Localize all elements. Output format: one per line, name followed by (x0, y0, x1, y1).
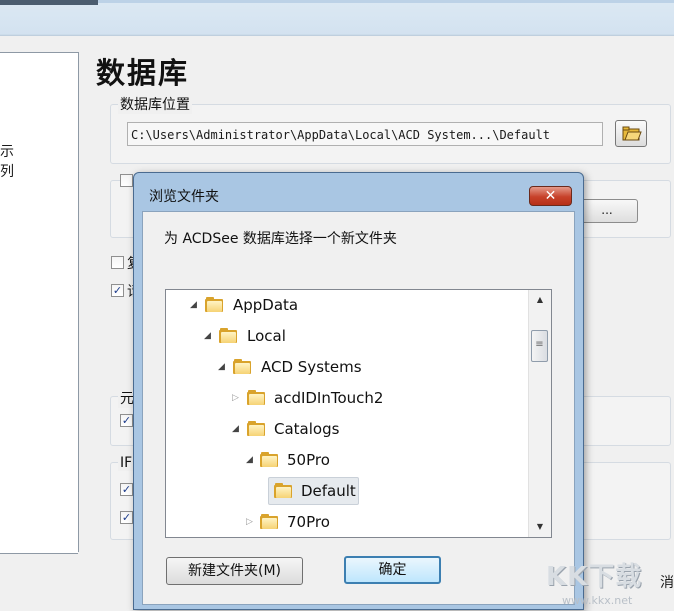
page-title: 数据库 (96, 56, 190, 90)
watermark-logo: KK下载 www.kkx.net (546, 556, 674, 611)
watermark-text: KK下载 (546, 562, 643, 592)
expand-arrow-icon[interactable]: ◢ (232, 416, 240, 442)
folder-icon (219, 328, 237, 343)
iptc-group-label: IF (118, 455, 135, 471)
scroll-up-icon[interactable]: ▲ (529, 290, 551, 310)
db-location-label: 数据库位置 (118, 94, 192, 114)
scroll-down-icon[interactable]: ▼ (529, 517, 551, 537)
tree-item-label: AppData (233, 296, 299, 314)
folder-icon (260, 514, 278, 529)
tree-item-label: 50Pro (287, 451, 330, 469)
option-checkbox-1[interactable] (111, 256, 124, 269)
category-item[interactable]: 列 (0, 161, 14, 181)
folder-icon (247, 421, 265, 436)
iptc-checkbox-1[interactable]: ✓ (120, 483, 133, 496)
tree-scrollbar[interactable]: ▲ ≡ ▼ (528, 290, 551, 537)
browse-folder-button[interactable] (615, 120, 647, 147)
db-option-checkbox[interactable] (120, 174, 133, 187)
expand-arrow-icon[interactable]: ◢ (204, 323, 212, 349)
tree-item-label: Default (301, 482, 356, 500)
folder-icon (260, 452, 278, 467)
new-folder-button[interactable]: 新建文件夹(M) (166, 557, 303, 585)
folder-icon (233, 359, 251, 374)
close-button[interactable]: ✕ (529, 186, 572, 206)
category-item[interactable]: 示 (0, 141, 14, 161)
tree-item-label: Local (247, 327, 286, 345)
db-action-button[interactable]: ... (576, 199, 638, 223)
folder-icon (247, 390, 265, 405)
watermark-url: www.kkx.net (562, 594, 633, 607)
option-checkbox-2[interactable]: ✓ (111, 284, 124, 297)
metadata-checkbox[interactable]: ✓ (120, 414, 133, 427)
options-category-list[interactable]: 示 列 (0, 52, 79, 554)
folder-icon (205, 297, 223, 312)
tree-item-label: 70Pro (287, 513, 330, 531)
db-path-field[interactable]: C:\Users\Administrator\AppData\Local\ACD… (127, 122, 603, 146)
collapse-arrow-icon[interactable]: ▷ (246, 509, 254, 535)
folder-icon (274, 483, 292, 498)
collapse-arrow-icon[interactable]: ▷ (232, 385, 240, 411)
expand-arrow-icon[interactable]: ◢ (190, 292, 198, 318)
iptc-checkbox-2[interactable]: ✓ (120, 511, 133, 524)
titlebar-accent (0, 0, 98, 5)
tree-item-label: acdIDInTouch2 (274, 389, 384, 407)
dialog-instruction: 为 ACDSee 数据库选择一个新文件夹 (164, 231, 397, 247)
expand-arrow-icon[interactable]: ◢ (246, 447, 254, 473)
window-titlebar (0, 0, 674, 36)
folder-open-icon (622, 126, 642, 141)
expand-arrow-icon[interactable]: ◢ (218, 354, 226, 380)
tree-item-label: ACD Systems (261, 358, 362, 376)
scroll-thumb[interactable]: ≡ (531, 330, 548, 362)
dialog-title: 浏览文件夹 (149, 189, 219, 205)
close-icon: ✕ (544, 188, 557, 204)
ok-button[interactable]: 确定 (344, 556, 441, 584)
tree-item-label: Catalogs (274, 420, 340, 438)
